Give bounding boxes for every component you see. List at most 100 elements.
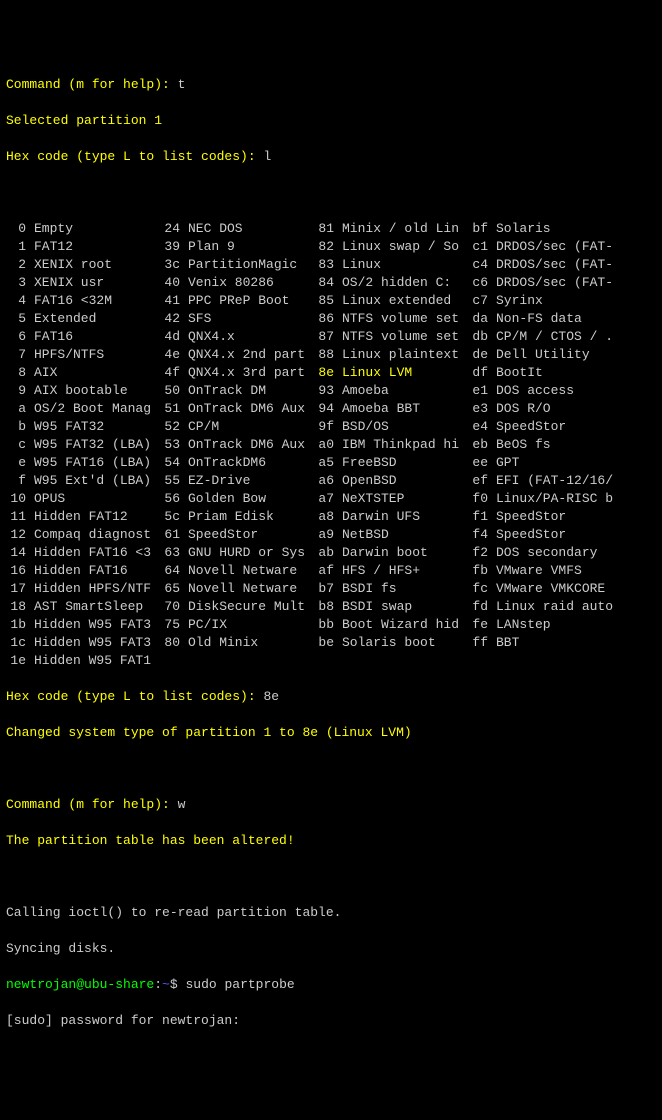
type-code: a6 <box>314 472 342 490</box>
type-name: OnTrack DM <box>188 382 314 400</box>
type-name: QNX4.x 3rd part <box>188 364 314 382</box>
type-name: DRDOS/sec (FAT- <box>496 238 622 256</box>
type-code: 24 <box>160 220 188 238</box>
type-name <box>496 652 622 670</box>
type-code: de <box>468 346 496 364</box>
type-name: DOS R/O <box>496 400 622 418</box>
type-name: BeOS fs <box>496 436 622 454</box>
type-code: fd <box>468 598 496 616</box>
type-code: af <box>314 562 342 580</box>
type-code: a5 <box>314 454 342 472</box>
type-code: a8 <box>314 508 342 526</box>
type-name: Linux LVM <box>342 364 468 382</box>
type-name: DiskSecure Mult <box>188 598 314 616</box>
type-code: 40 <box>160 274 188 292</box>
type-name <box>188 652 314 670</box>
type-code: 4d <box>160 328 188 346</box>
type-code: c <box>6 436 34 454</box>
type-code: 56 <box>160 490 188 508</box>
cmd-prompt-2: Command (m for help): <box>6 797 178 812</box>
type-name: SpeedStor <box>496 526 622 544</box>
type-name: SpeedStor <box>188 526 314 544</box>
type-code: 8e <box>314 364 342 382</box>
type-code: c7 <box>468 292 496 310</box>
type-name: AST SmartSleep <box>34 598 160 616</box>
type-code: df <box>468 364 496 382</box>
type-name: HFS / HFS+ <box>342 562 468 580</box>
type-name: IBM Thinkpad hi <box>342 436 468 454</box>
shell-dollar: $ <box>170 977 186 992</box>
type-name: Golden Bow <box>188 490 314 508</box>
type-name: XENIX usr <box>34 274 160 292</box>
type-name: AIX <box>34 364 160 382</box>
type-name: W95 FAT32 <box>34 418 160 436</box>
type-code: ef <box>468 472 496 490</box>
type-code: 17 <box>6 580 34 598</box>
hex-input-8e: 8e <box>263 689 279 704</box>
type-name: W95 Ext'd (LBA) <box>34 472 160 490</box>
type-name: Linux raid auto <box>496 598 622 616</box>
type-name: DRDOS/sec (FAT- <box>496 274 622 292</box>
type-code: a7 <box>314 490 342 508</box>
type-code: 2 <box>6 256 34 274</box>
table-altered-msg: The partition table has been altered! <box>6 832 656 850</box>
sudo-password-prompt[interactable]: [sudo] password for newtrojan: <box>6 1012 656 1030</box>
type-name: EFI (FAT-12/16/ <box>496 472 622 490</box>
type-code: b <box>6 418 34 436</box>
selected-partition: Selected partition 1 <box>6 112 656 130</box>
shell-prompt-line[interactable]: newtrojan@ubu-share:~$ sudo partprobe <box>6 976 656 994</box>
type-name: BSDI fs <box>342 580 468 598</box>
type-code: bf <box>468 220 496 238</box>
type-code: fc <box>468 580 496 598</box>
type-code: 3 <box>6 274 34 292</box>
type-code: eb <box>468 436 496 454</box>
type-name: Hidden FAT16 <box>34 562 160 580</box>
table-row: 17Hidden HPFS/NTF65Novell Netwareb7BSDI … <box>6 580 656 598</box>
type-code: 6 <box>6 328 34 346</box>
type-name: DOS secondary <box>496 544 622 562</box>
type-name: Linux swap / So <box>342 238 468 256</box>
type-code: 61 <box>160 526 188 544</box>
table-row: 10OPUS56Golden Bowa7NeXTSTEPf0Linux/PA-R… <box>6 490 656 508</box>
type-code: 11 <box>6 508 34 526</box>
type-name: Compaq diagnost <box>34 526 160 544</box>
type-code: 1 <box>6 238 34 256</box>
table-row: 16Hidden FAT1664Novell NetwareafHFS / HF… <box>6 562 656 580</box>
type-name: BBT <box>496 634 622 652</box>
type-code: 5c <box>160 508 188 526</box>
type-code: 39 <box>160 238 188 256</box>
type-code: e4 <box>468 418 496 436</box>
type-name: Hidden FAT12 <box>34 508 160 526</box>
type-code: e <box>6 454 34 472</box>
type-code: a9 <box>314 526 342 544</box>
type-name: OPUS <box>34 490 160 508</box>
type-name: HPFS/NTFS <box>34 346 160 364</box>
table-row: 9AIX bootable50OnTrack DM93Amoebae1DOS a… <box>6 382 656 400</box>
type-code: ab <box>314 544 342 562</box>
type-code: 7 <box>6 346 34 364</box>
type-code: 52 <box>160 418 188 436</box>
type-name: Venix 80286 <box>188 274 314 292</box>
type-name: QNX4.x 2nd part <box>188 346 314 364</box>
type-name: Linux extended <box>342 292 468 310</box>
table-row: 1eHidden W95 FAT1 <box>6 652 656 670</box>
type-name: VMware VMFS <box>496 562 622 580</box>
type-code: 50 <box>160 382 188 400</box>
type-name: DOS access <box>496 382 622 400</box>
ioctl-msg: Calling ioctl() to re-read partition tab… <box>6 904 656 922</box>
type-name: GPT <box>496 454 622 472</box>
table-row: 5Extended42SFS86NTFS volume setdaNon-FS … <box>6 310 656 328</box>
type-code: 42 <box>160 310 188 328</box>
type-code: 18 <box>6 598 34 616</box>
type-code: 10 <box>6 490 34 508</box>
type-name: Hidden HPFS/NTF <box>34 580 160 598</box>
type-name: FAT16 <32M <box>34 292 160 310</box>
type-name: CP/M <box>188 418 314 436</box>
type-code: 41 <box>160 292 188 310</box>
type-name: PartitionMagic <box>188 256 314 274</box>
type-name: Old Minix <box>188 634 314 652</box>
type-name: NetBSD <box>342 526 468 544</box>
type-code: c6 <box>468 274 496 292</box>
type-code: 16 <box>6 562 34 580</box>
table-row: 11Hidden FAT125cPriam Ediska8Darwin UFSf… <box>6 508 656 526</box>
